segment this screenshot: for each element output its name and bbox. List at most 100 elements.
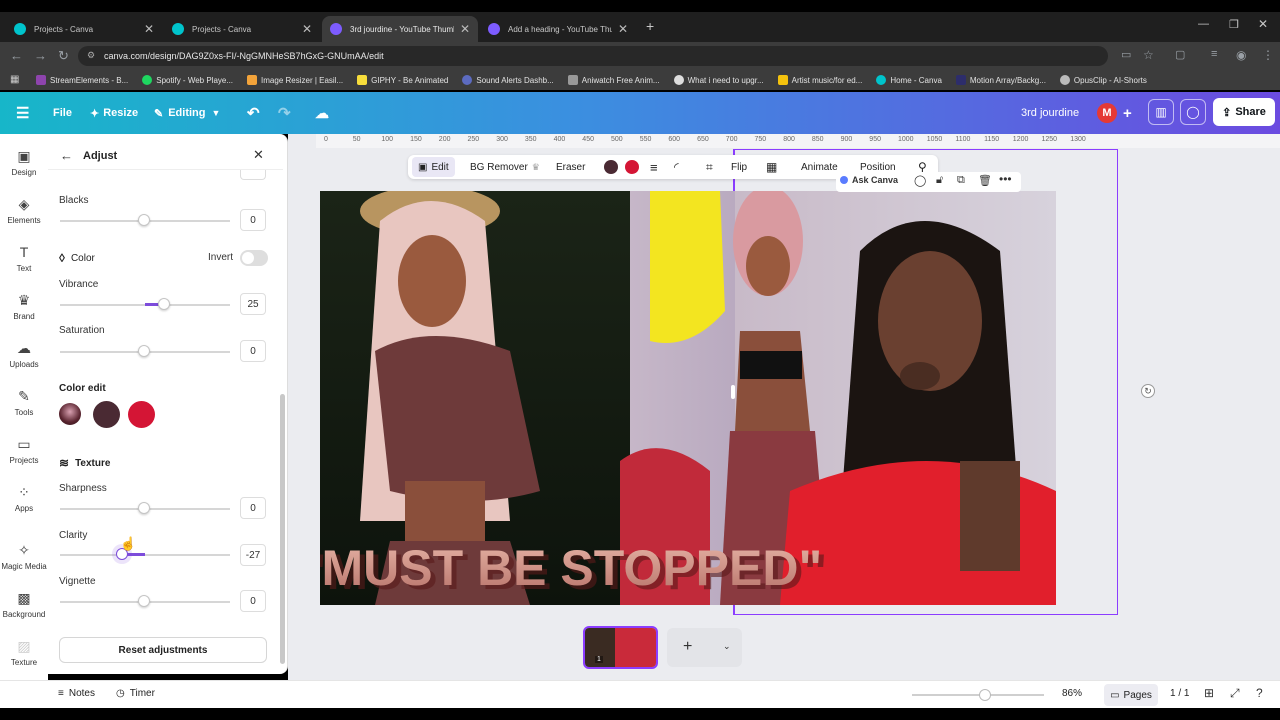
install-icon[interactable]: ▭ [1121,48,1131,61]
vignette-value[interactable]: 0 [240,590,266,612]
close-tab-icon[interactable]: ✕ [618,22,628,36]
file-menu[interactable]: File [53,92,72,134]
rail-item-background[interactable]: ▩ Background [0,590,48,619]
bookmark[interactable]: Home - Canva [876,75,942,85]
minimize-icon[interactable]: — [1198,18,1209,30]
edit-image-button[interactable]: ▣ Edit [412,157,455,177]
rail-item-apps[interactable]: ⁘ Apps [0,484,48,513]
animate-button[interactable]: Animate [801,155,838,179]
page-thumbnail[interactable]: 1 [583,626,658,669]
rail-item-design[interactable]: ▣ Design [0,148,48,177]
border-style-icon[interactable]: ≡ [650,155,658,179]
site-info-icon[interactable]: ⚙ [87,50,95,61]
bookmark[interactable]: Motion Array/Backg... [955,75,1046,85]
rail-item-projects[interactable]: ▭ Projects [0,436,48,465]
new-tab-icon[interactable]: + [646,18,654,34]
transparency-icon[interactable]: ▦ [766,155,777,179]
blacks-slider-handle[interactable] [138,214,150,226]
close-tab-icon[interactable]: ✕ [144,22,154,36]
rail-item-uploads[interactable]: ☁ Uploads [0,340,48,369]
toolbar-color-red[interactable] [625,160,639,174]
eraser-button[interactable]: Eraser [556,155,585,179]
crop-icon[interactable]: ⌗ [706,155,713,179]
close-window-icon[interactable]: ✕ [1258,17,1268,31]
comment-icon[interactable]: ◯ [914,174,926,187]
redo-icon[interactable]: ↷ [278,92,291,134]
add-collaborator-icon[interactable]: + [1123,92,1132,134]
maximize-icon[interactable]: ❐ [1229,18,1239,31]
rotate-handle-icon[interactable]: ↻ [1141,384,1155,398]
close-panel-icon[interactable]: ✕ [253,147,264,163]
bookmark[interactable]: OpusClip - AI-Shorts [1059,75,1147,85]
flip-button[interactable]: Flip [731,155,747,179]
browser-tab[interactable]: Add a heading - YouTube Thum ✕ [480,16,636,42]
rail-item-tools[interactable]: ✎ Tools [0,388,48,417]
forward-icon[interactable]: → [34,48,47,63]
ask-canva-button[interactable]: Ask Canva [840,175,898,185]
zoom-slider-track[interactable] [912,694,1044,696]
avatar[interactable]: M [1097,103,1117,123]
panel-scrollbar[interactable] [280,394,285,664]
bookmark[interactable]: Spotify - Web Playe... [142,75,233,85]
fullscreen-icon[interactable]: ⤢ [1230,686,1240,701]
sharpness-value[interactable]: 0 [240,497,266,519]
rail-item-texture[interactable]: ▨ Texture [0,638,48,667]
add-page-icon[interactable]: + [683,638,692,656]
browser-tab[interactable]: Projects - Canva ✕ [6,16,162,42]
notes-button[interactable]: ≡ Notes [58,688,95,699]
hamburger-menu-icon[interactable]: ☰ [16,92,29,134]
share-button[interactable]: ⇪ Share [1213,98,1275,126]
bg-remover-button[interactable]: BG Remover ♛ [470,155,540,179]
chevron-down-icon[interactable]: ⌄ [723,641,731,652]
pages-button[interactable]: ▭ Pages [1104,684,1158,706]
color-swatch-red[interactable] [128,401,155,428]
invert-toggle[interactable] [240,250,268,266]
bookmark[interactable]: What i need to upgr... [673,75,764,85]
timer-button[interactable]: ◷ Timer [116,688,155,699]
design-canvas[interactable]: "MUST BE STOPPED" "MUST BE STOPPED" [320,191,1056,605]
close-tab-icon[interactable]: ✕ [460,22,470,36]
color-picker-icon[interactable] [59,403,81,425]
bookmark[interactable]: StreamElements - B... [36,75,128,85]
rail-item-brand[interactable]: ♛ Brand [0,292,48,321]
editing-mode-dropdown[interactable]: ✎ Editing ▼ [154,92,220,134]
grid-view-icon[interactable]: ⊞ [1204,686,1214,700]
cast-icon[interactable]: ▢ [1175,48,1185,61]
browser-tab[interactable]: Projects - Canva ✕ [164,16,320,42]
cloud-save-icon[interactable]: ☁ [315,92,329,134]
rail-item-magic-media[interactable]: ✧ Magic Media [0,542,48,571]
blacks-value[interactable]: 0 [240,209,266,231]
bookmark[interactable]: Sound Alerts Dashb... [462,75,554,85]
reload-icon[interactable]: ↻ [58,48,69,64]
menu-kebab-icon[interactable]: ⋮ [1262,48,1274,62]
comments-icon[interactable]: ◯ [1180,99,1206,125]
insights-icon[interactable]: ▥ [1148,99,1174,125]
bookmark[interactable]: Aniwatch Free Anim... [567,75,660,85]
saturation-slider-handle[interactable] [138,345,150,357]
sharpness-slider-handle[interactable] [138,502,150,514]
reset-adjustments-button[interactable]: Reset adjustments [59,637,267,663]
back-arrow-icon[interactable]: ← [60,148,73,163]
bookmark-star-icon[interactable]: ☆ [1143,48,1154,62]
zoom-slider-handle[interactable] [979,689,991,701]
back-icon[interactable]: ← [10,48,23,63]
close-tab-icon[interactable]: ✕ [302,22,312,36]
color-swatch-dark[interactable] [93,401,120,428]
project-title[interactable]: 3rd jourdine [1021,92,1079,134]
bookmark[interactable]: Image Resizer | Easil... [247,75,343,85]
rail-item-elements[interactable]: ◈ Elements [0,196,48,225]
toolbar-color-dark[interactable] [604,160,618,174]
apps-grid-icon[interactable]: ▦ [10,74,19,85]
clarity-value[interactable]: -27 [240,544,266,566]
saturation-value[interactable]: 0 [240,340,266,362]
undo-icon[interactable]: ↶ [247,92,260,134]
delete-icon[interactable]: 🗑︎ [978,174,992,187]
url-field[interactable]: ⚙ canva.com/design/DAG9Z0xs-FI/-NgGMNHeS… [78,46,1108,66]
side-resize-handle[interactable] [731,385,735,399]
lock-icon[interactable]: 🔓︎ [936,174,943,187]
corner-rounding-icon[interactable]: ◜ [674,155,679,179]
more-options-icon[interactable]: ••• [999,172,1012,186]
resize-button[interactable]: ✦ Resize [90,92,138,134]
browser-tab-active[interactable]: 3rd jourdine - YouTube Thumb ✕ [322,16,478,42]
zoom-level[interactable]: 86% [1062,688,1082,699]
